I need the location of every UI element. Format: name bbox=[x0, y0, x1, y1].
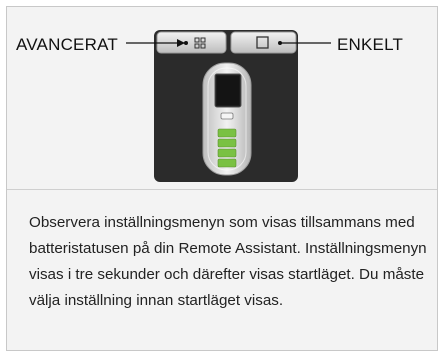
battery-cap bbox=[220, 112, 234, 120]
info-card: AVANCERAT ENKELT Observera inställningsm… bbox=[6, 6, 438, 351]
caption-text: Observera inställningsmenyn som visas ti… bbox=[29, 214, 427, 309]
battery-segment bbox=[217, 128, 237, 138]
remote-assistant-device bbox=[126, 30, 331, 182]
divider bbox=[7, 189, 437, 190]
remote-assistant-figure: AVANCERAT ENKELT bbox=[7, 7, 437, 189]
battery-segment bbox=[217, 138, 237, 148]
battery-segment bbox=[217, 148, 237, 158]
battery-segment bbox=[217, 158, 237, 168]
